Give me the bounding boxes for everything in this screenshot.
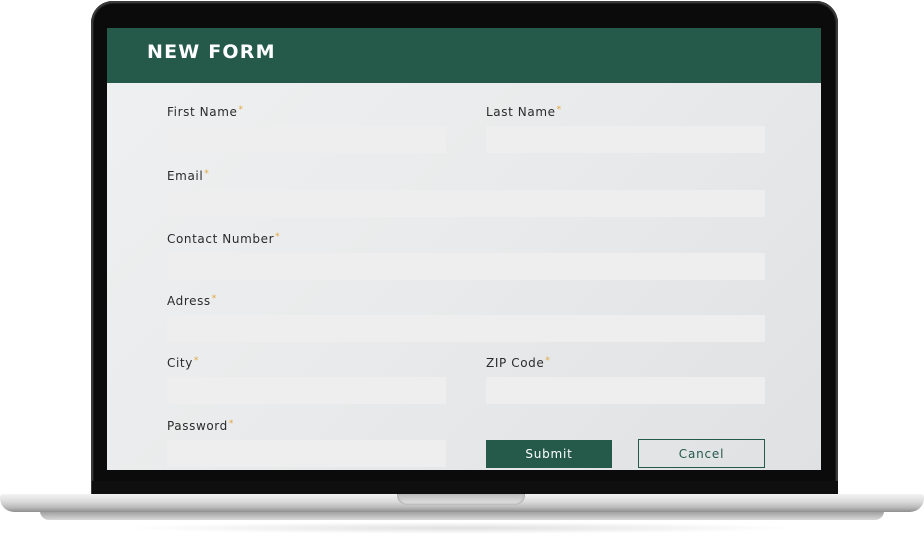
last-name-input[interactable] bbox=[486, 126, 765, 153]
required-marker: * bbox=[211, 294, 217, 304]
contact-number-label: Contact Number* bbox=[167, 232, 281, 246]
required-marker: * bbox=[228, 419, 234, 429]
zip-code-label: ZIP Code* bbox=[486, 356, 551, 370]
laptop-opening-notch bbox=[397, 494, 525, 505]
contact-number-input[interactable] bbox=[167, 253, 765, 280]
laptop-base-underside bbox=[40, 511, 884, 520]
required-marker: * bbox=[545, 356, 551, 366]
required-marker: * bbox=[238, 105, 244, 115]
city-input[interactable] bbox=[167, 377, 446, 404]
submit-button[interactable]: Submit bbox=[486, 440, 612, 468]
laptop-screen: NEW FORM First Name* Last Name* Email* C… bbox=[107, 28, 821, 470]
required-marker: * bbox=[556, 105, 562, 115]
email-label: Email* bbox=[167, 169, 210, 183]
address-label: Adress* bbox=[167, 294, 217, 308]
form-header: NEW FORM bbox=[107, 28, 821, 83]
form-title: NEW FORM bbox=[147, 41, 276, 63]
password-input[interactable] bbox=[167, 440, 446, 467]
zip-code-input[interactable] bbox=[486, 377, 765, 404]
cancel-button[interactable]: Cancel bbox=[638, 439, 765, 468]
password-label: Password* bbox=[167, 419, 234, 433]
address-input[interactable] bbox=[167, 315, 765, 342]
required-marker: * bbox=[275, 232, 281, 242]
required-marker: * bbox=[204, 169, 210, 179]
city-label: City* bbox=[167, 356, 200, 370]
laptop-chin bbox=[92, 481, 838, 495]
first-name-label: First Name* bbox=[167, 105, 244, 119]
required-marker: * bbox=[193, 356, 200, 366]
email-input[interactable] bbox=[167, 190, 765, 217]
last-name-label: Last Name* bbox=[486, 105, 562, 119]
first-name-input[interactable] bbox=[167, 126, 446, 153]
laptop-shadow bbox=[120, 522, 804, 534]
